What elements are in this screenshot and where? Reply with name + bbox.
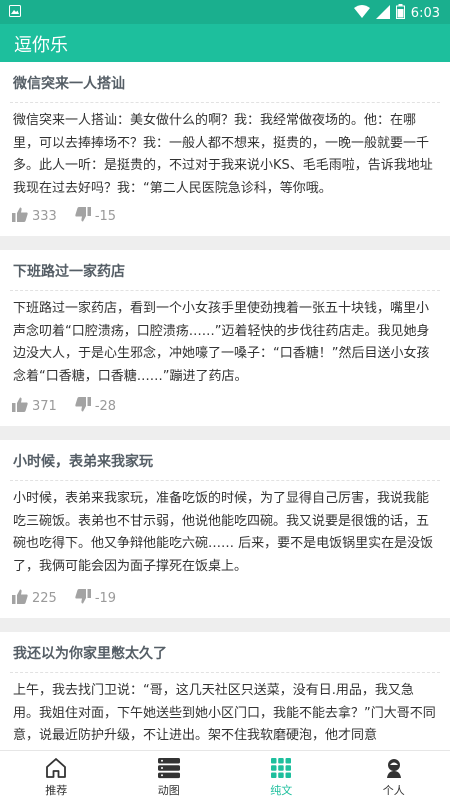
thumbs-up-icon: [12, 397, 28, 416]
status-bar: 6:03: [0, 0, 450, 24]
joke-feed[interactable]: 微信突来一人搭讪 微信突来一人搭讪：美女做什么的啊？我：我经常做夜场的。他：在哪…: [0, 62, 450, 750]
joke-title: 小时候，表弟来我家玩: [13, 451, 153, 471]
like-button[interactable]: 225: [12, 589, 57, 608]
thumbs-down-icon: [75, 397, 91, 416]
joke-card[interactable]: 小时候，表弟来我家玩 小时候，表弟来我家玩，准备吃饭的时候，为了显得自己厉害，我…: [0, 440, 450, 618]
joke-title: 下班路过一家药店: [13, 261, 125, 281]
app-title: 逗你乐: [14, 31, 68, 57]
home-icon: [45, 757, 67, 782]
dislike-count: -19: [95, 591, 116, 606]
dislike-button[interactable]: -19: [75, 589, 116, 608]
signal-icon: [376, 5, 390, 23]
nav-tab-text[interactable]: 纯文: [225, 751, 338, 801]
nav-tab-recommend[interactable]: 推荐: [0, 751, 113, 801]
vote-bar: 333 -15: [12, 207, 116, 226]
joke-card[interactable]: 下班路过一家药店 下班路过一家药店，看到一个小女孩手里使劲拽着一张五十块钱，嘴里…: [0, 250, 450, 426]
grid-icon: [270, 757, 292, 782]
nav-label: 推荐: [45, 782, 67, 798]
bottom-nav: 推荐 动图 纯文 个人: [0, 750, 450, 801]
dislike-button[interactable]: -15: [75, 207, 116, 226]
thumbs-down-icon: [75, 207, 91, 226]
nav-tab-profile[interactable]: 个人: [338, 751, 450, 801]
like-button[interactable]: 333: [12, 207, 57, 226]
stack-icon: [157, 757, 181, 782]
vote-bar: 371 -28: [12, 397, 116, 416]
nav-label: 个人: [383, 782, 405, 798]
joke-body: 微信突来一人搭讪：美女做什么的啊？我：我经常做夜场的。他：在哪里，可以去捧捧场不…: [13, 110, 437, 200]
nav-label: 纯文: [270, 782, 292, 798]
wifi-icon: [354, 5, 370, 23]
like-count: 225: [32, 591, 57, 606]
divider: [10, 672, 440, 673]
battery-icon: [396, 4, 405, 23]
joke-card[interactable]: 微信突来一人搭讪 微信突来一人搭讪：美女做什么的啊？我：我经常做夜场的。他：在哪…: [0, 62, 450, 236]
like-button[interactable]: 371: [12, 397, 57, 416]
dislike-button[interactable]: -28: [75, 397, 116, 416]
joke-title: 我还以为你家里憋太久了: [13, 643, 167, 663]
status-time: 6:03: [411, 6, 440, 21]
divider: [10, 290, 440, 291]
divider: [10, 102, 440, 103]
vote-bar: 225 -19: [12, 589, 116, 608]
image-icon: [9, 5, 21, 21]
thumbs-down-icon: [75, 589, 91, 608]
thumbs-up-icon: [12, 589, 28, 608]
nav-label: 动图: [158, 782, 180, 798]
joke-body: 小时候，表弟来我家玩，准备吃饭的时候，为了显得自己厉害，我说我能吃三碗饭。表弟也…: [13, 488, 437, 578]
joke-body: 上午，我去找门卫说：“哥，这几天社区只送菜，没有日.用品，我又急用。我姐住对面，…: [13, 680, 437, 748]
app-bar: 逗你乐: [0, 24, 450, 62]
dislike-count: -15: [95, 209, 116, 224]
dislike-count: -28: [95, 399, 116, 414]
thumbs-up-icon: [12, 207, 28, 226]
divider: [10, 480, 440, 481]
like-count: 333: [32, 209, 57, 224]
joke-title: 微信突来一人搭讪: [13, 73, 125, 93]
joke-card[interactable]: 我还以为你家里憋太久了 上午，我去找门卫说：“哥，这几天社区只送菜，没有日.用品…: [0, 632, 450, 750]
like-count: 371: [32, 399, 57, 414]
nav-tab-gif[interactable]: 动图: [113, 751, 226, 801]
person-icon: [383, 757, 405, 782]
joke-body: 下班路过一家药店，看到一个小女孩手里使劲拽着一张五十块钱，嘴里小声念叨着“口腔溃…: [13, 298, 437, 388]
